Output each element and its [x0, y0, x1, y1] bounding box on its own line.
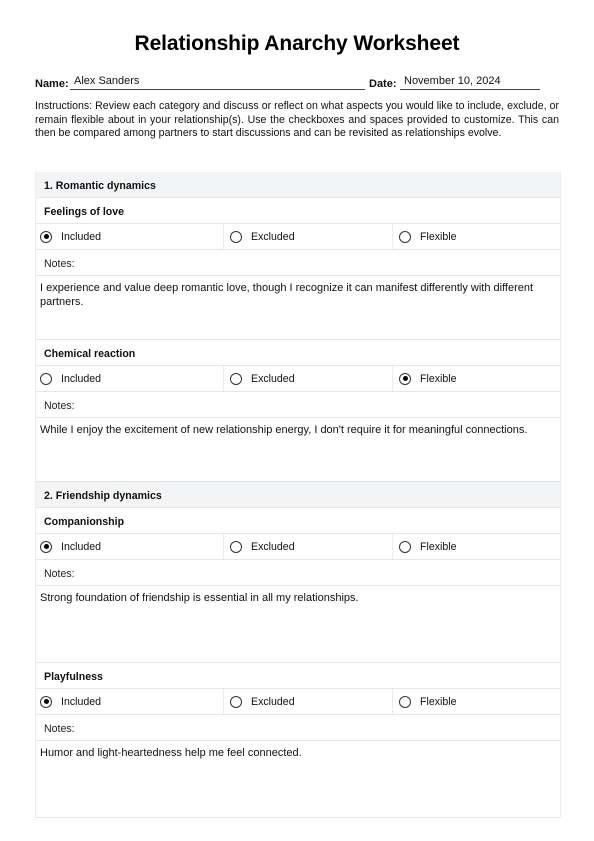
section-header: 2. Friendship dynamics — [36, 482, 560, 508]
radio-icon[interactable] — [230, 230, 242, 243]
option-included[interactable]: Included — [36, 534, 224, 559]
notes-field[interactable]: While I enjoy the excitement of new rela… — [36, 418, 560, 482]
option-row: Included Excluded Flexible — [36, 689, 560, 715]
option-included[interactable]: Included — [36, 224, 224, 249]
date-field[interactable]: November 10, 2024 — [400, 74, 540, 90]
radio-icon[interactable] — [40, 372, 52, 385]
radio-selected-icon[interactable] — [40, 695, 52, 708]
option-label: Flexible — [420, 372, 457, 385]
meta-row: Name: Alex Sanders Date: November 10, 20… — [35, 74, 545, 92]
radio-icon[interactable] — [230, 695, 242, 708]
option-label: Included — [61, 230, 102, 243]
radio-icon[interactable] — [230, 372, 242, 385]
option-label: Flexible — [420, 230, 457, 243]
option-label: Flexible — [420, 695, 457, 708]
worksheet-form: 1. Romantic dynamics Feelings of love In… — [35, 172, 561, 818]
item-title: Companionship — [36, 508, 560, 534]
item-title: Playfulness — [36, 663, 560, 689]
option-excluded[interactable]: Excluded — [224, 689, 393, 714]
name-value: Alex Sanders — [74, 75, 140, 87]
option-excluded[interactable]: Excluded — [224, 534, 393, 559]
radio-selected-icon[interactable] — [40, 230, 52, 243]
notes-label: Notes: — [36, 560, 560, 586]
option-label: Excluded — [251, 372, 295, 385]
option-label: Flexible — [420, 540, 457, 553]
date-value: November 10, 2024 — [404, 75, 501, 87]
item-title: Chemical reaction — [36, 340, 560, 366]
radio-selected-icon[interactable] — [40, 540, 52, 553]
section-header: 1. Romantic dynamics — [36, 172, 560, 198]
notes-field[interactable]: I experience and value deep romantic lov… — [36, 276, 560, 340]
option-row: Included Excluded Flexible — [36, 534, 560, 560]
radio-selected-icon[interactable] — [399, 372, 411, 385]
date-label: Date: — [369, 78, 397, 90]
option-row: Included Excluded Flexible — [36, 224, 560, 250]
option-included[interactable]: Included — [36, 366, 224, 391]
option-label: Excluded — [251, 540, 295, 553]
name-field[interactable]: Alex Sanders — [70, 74, 365, 90]
option-label: Excluded — [251, 695, 295, 708]
notes-field[interactable]: Humor and light-heartedness help me feel… — [36, 741, 560, 818]
option-label: Included — [61, 695, 102, 708]
option-flexible[interactable]: Flexible — [393, 366, 560, 391]
radio-icon[interactable] — [399, 540, 411, 553]
option-included[interactable]: Included — [36, 689, 224, 714]
notes-label: Notes: — [36, 250, 560, 276]
option-excluded[interactable]: Excluded — [224, 224, 393, 249]
option-label: Included — [61, 372, 102, 385]
option-flexible[interactable]: Flexible — [393, 224, 560, 249]
option-label: Included — [61, 540, 102, 553]
instructions: Instructions: Review each category and d… — [35, 100, 559, 139]
notes-label: Notes: — [36, 715, 560, 741]
radio-icon[interactable] — [399, 695, 411, 708]
radio-icon[interactable] — [399, 230, 411, 243]
worksheet-title: Relationship Anarchy Worksheet — [134, 32, 460, 55]
radio-icon[interactable] — [230, 540, 242, 553]
item-title: Feelings of love — [36, 198, 560, 224]
notes-field[interactable]: Strong foundation of friendship is essen… — [36, 586, 560, 663]
option-excluded[interactable]: Excluded — [224, 366, 393, 391]
name-label: Name: — [35, 78, 69, 90]
option-label: Excluded — [251, 230, 295, 243]
option-row: Included Excluded Flexible — [36, 366, 560, 392]
notes-label: Notes: — [36, 392, 560, 418]
option-flexible[interactable]: Flexible — [393, 534, 560, 559]
option-flexible[interactable]: Flexible — [393, 689, 560, 714]
